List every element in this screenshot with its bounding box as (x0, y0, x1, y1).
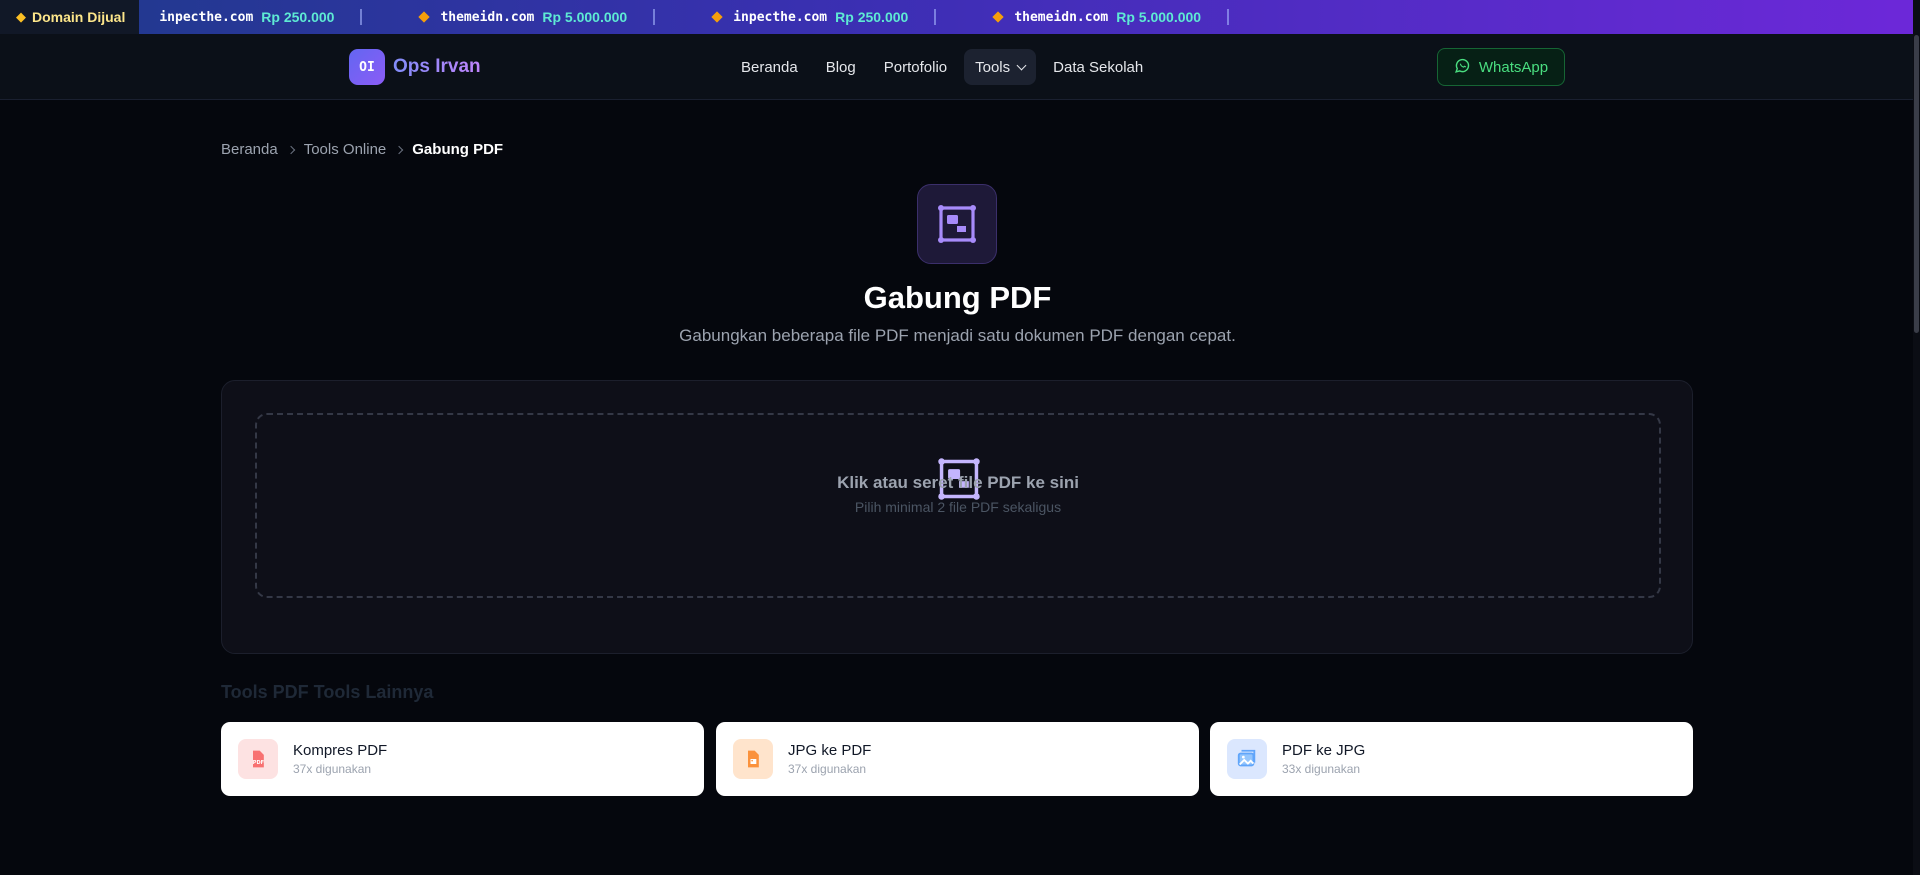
page-scrollbar-thumb[interactable] (1914, 35, 1919, 333)
ticker-divider (1227, 9, 1230, 25)
ticker-divider (360, 9, 363, 25)
merge-pdf-icon (917, 184, 997, 264)
top-navbar: OI Ops Irvan Beranda Blog Portofolio Too… (0, 34, 1920, 100)
tool-card-jpg-ke-pdf[interactable]: JPG ke PDF 37x digunakan (716, 722, 1199, 796)
ticker-price: Rp 5.000.000 (542, 9, 628, 25)
tool-usage-count: 37x digunakan (788, 762, 867, 776)
dropzone-title: Klik atau seret file PDF ke sini (837, 473, 1079, 492)
whatsapp-button[interactable]: WhatsApp (1437, 48, 1565, 86)
brand-link[interactable]: OI Ops Irvan (349, 49, 481, 85)
breadcrumb-link-tools-online[interactable]: Tools Online (304, 141, 387, 158)
chevron-right-icon (395, 145, 404, 154)
nav-item-beranda[interactable]: Beranda (730, 49, 809, 85)
chevron-down-icon (1016, 60, 1027, 70)
tool-name: Kompres PDF (293, 742, 388, 759)
breadcrumb-current: Gabung PDF (412, 141, 504, 158)
nav-item-data-sekolah[interactable]: Data Sekolah (1042, 49, 1154, 85)
tool-name: JPG ke PDF (788, 742, 872, 759)
ticker-item[interactable]: inpecthe.com Rp 250.000 (139, 9, 354, 25)
ticker-domain: themeidn.com (440, 9, 535, 25)
upload-card: Klik atau seret file PDF ke sini Pilih m… (221, 380, 1693, 654)
ticker-divider (653, 9, 656, 25)
related-tools-heading: Tools PDF Tools Lainnya (221, 682, 434, 702)
nav-item-portofolio[interactable]: Portofolio (873, 49, 958, 85)
nav-item-tools-dropdown[interactable]: Tools (964, 49, 1037, 85)
tool-card-kompres-pdf[interactable]: PDF Kompres PDF 37x digunakan (221, 722, 704, 796)
page-subtitle: Gabungkan beberapa file PDF menjadi satu… (679, 326, 1236, 345)
tool-name: PDF ke JPG (1282, 742, 1366, 759)
brand-logo: OI (349, 49, 385, 85)
domain-sale-label: Domain Dijual (32, 9, 126, 25)
diamond-icon (992, 11, 1004, 23)
diamond-icon (418, 11, 431, 23)
tool-card-pdf-ke-jpg[interactable]: PDF ke JPG 33x digunakan (1210, 722, 1693, 796)
diamond-icon (711, 11, 723, 23)
pdf-file-icon: PDF (238, 739, 278, 779)
breadcrumb: Beranda Tools Online Gabung PDF (221, 141, 503, 158)
tag-icon: ◆ (16, 9, 26, 24)
whatsapp-label: WhatsApp (1478, 58, 1549, 76)
ticker-domain: inpecthe.com (159, 9, 254, 25)
domain-sale-badge: ◆ Domain Dijual (0, 0, 140, 34)
breadcrumb-link-beranda[interactable]: Beranda (221, 141, 278, 158)
gallery-icon (1227, 739, 1267, 779)
main-nav: Beranda Blog Portofolio Tools Data Sekol… (730, 49, 1154, 85)
ticker-price: Rp 250.000 (835, 9, 909, 25)
chevron-right-icon (286, 145, 295, 154)
ticker-domain: inpecthe.com (733, 9, 828, 25)
brand-name: Ops Irvan (393, 56, 481, 77)
tool-usage-count: 37x digunakan (293, 762, 372, 776)
ticker-item[interactable]: inpecthe.com Rp 250.000 (661, 9, 928, 25)
ticker-price: Rp 250.000 (261, 9, 335, 25)
whatsapp-icon (1454, 57, 1471, 78)
domain-sale-ticker: ◆ Domain Dijual inpecthe.com Rp 250.000 … (0, 0, 1920, 34)
ticker-track: inpecthe.com Rp 250.000 themeidn.com Rp … (139, 9, 1235, 25)
ticker-domain: themeidn.com (1014, 9, 1109, 25)
svg-text:PDF: PDF (253, 760, 264, 766)
tool-usage-count: 33x digunakan (1282, 762, 1361, 776)
ticker-item[interactable]: themeidn.com Rp 5.000.000 (368, 9, 647, 25)
ticker-price: Rp 5.000.000 (1116, 9, 1202, 25)
image-file-icon (733, 739, 773, 779)
dropzone-hint: Pilih minimal 2 file PDF sekaligus (854, 499, 1062, 515)
ticker-divider (934, 9, 937, 25)
page-title: Gabung PDF (863, 280, 1052, 315)
nav-item-tools-label: Tools (975, 58, 1011, 76)
ticker-item[interactable]: themeidn.com Rp 5.000.000 (942, 9, 1221, 25)
pdf-dropzone[interactable]: Klik atau seret file PDF ke sini Pilih m… (255, 413, 1661, 598)
nav-item-blog[interactable]: Blog (815, 49, 867, 85)
